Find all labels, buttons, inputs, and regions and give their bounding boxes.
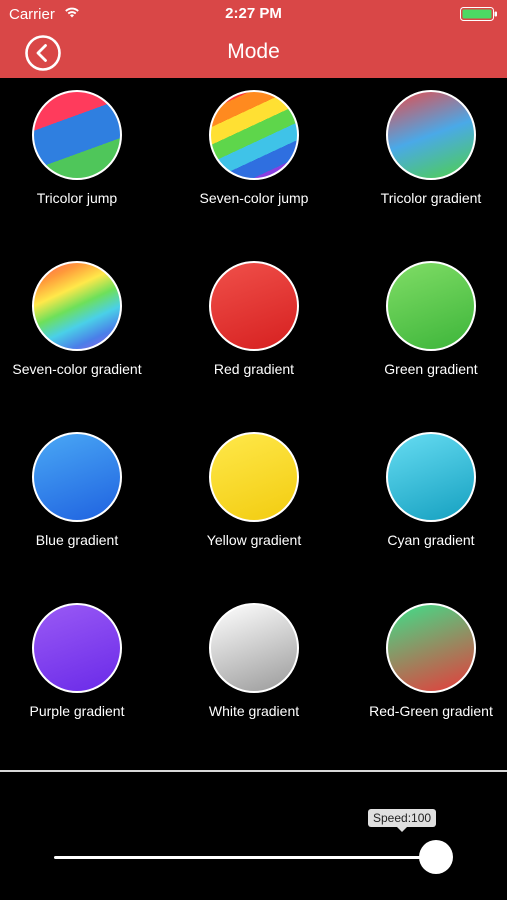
mode-item[interactable]: Tricolor gradient <box>343 90 507 206</box>
mode-label: Blue gradient <box>35 532 119 548</box>
mode-swatch <box>386 603 476 693</box>
speed-slider-thumb[interactable] <box>419 840 453 874</box>
speed-control: Speed:100 <box>0 772 507 900</box>
page-title: Mode <box>227 40 280 63</box>
mode-item[interactable]: Red-Green gradient <box>343 603 507 719</box>
mode-swatch <box>209 432 299 522</box>
mode-swatch <box>209 90 299 180</box>
mode-swatch <box>386 261 476 351</box>
mode-item[interactable]: Red gradient <box>166 261 342 377</box>
mode-label: Yellow gradient <box>206 532 302 548</box>
speed-tooltip: Speed:100 <box>368 809 437 832</box>
mode-label: Red gradient <box>213 361 295 377</box>
mode-item[interactable]: Yellow gradient <box>166 432 342 548</box>
mode-swatch <box>32 603 122 693</box>
mode-swatch <box>32 90 122 180</box>
mode-item[interactable]: Cyan gradient <box>343 432 507 548</box>
mode-item[interactable]: Tricolor jump <box>0 90 165 206</box>
mode-swatch <box>209 261 299 351</box>
mode-swatch <box>386 90 476 180</box>
mode-label: Tricolor gradient <box>380 190 482 206</box>
mode-item[interactable]: Blue gradient <box>0 432 165 548</box>
mode-label: Seven-color gradient <box>12 361 142 377</box>
mode-item[interactable]: Seven-color gradient <box>0 261 165 377</box>
mode-swatch <box>386 432 476 522</box>
mode-label: Red-Green gradient <box>369 703 493 719</box>
status-time: 2:27 PM <box>225 5 282 22</box>
mode-label: Purple gradient <box>29 703 125 719</box>
mode-label: Cyan gradient <box>387 532 475 548</box>
mode-item[interactable]: White gradient <box>166 603 342 719</box>
mode-swatch <box>32 261 122 351</box>
mode-label: Green gradient <box>384 361 478 377</box>
mode-item[interactable]: Green gradient <box>343 261 507 377</box>
status-bar: Carrier 2:27 PM <box>0 0 507 30</box>
mode-swatch <box>209 603 299 693</box>
mode-swatch <box>32 432 122 522</box>
mode-item[interactable]: Seven-color jump <box>166 90 342 206</box>
battery-icon <box>460 7 497 21</box>
mode-label: White gradient <box>208 703 300 719</box>
nav-bar: Mode <box>0 30 507 78</box>
mode-label: Seven-color jump <box>199 190 309 206</box>
mode-item[interactable]: Purple gradient <box>0 603 165 719</box>
mode-label: Tricolor jump <box>36 190 118 206</box>
speed-slider-track[interactable] <box>54 856 437 859</box>
